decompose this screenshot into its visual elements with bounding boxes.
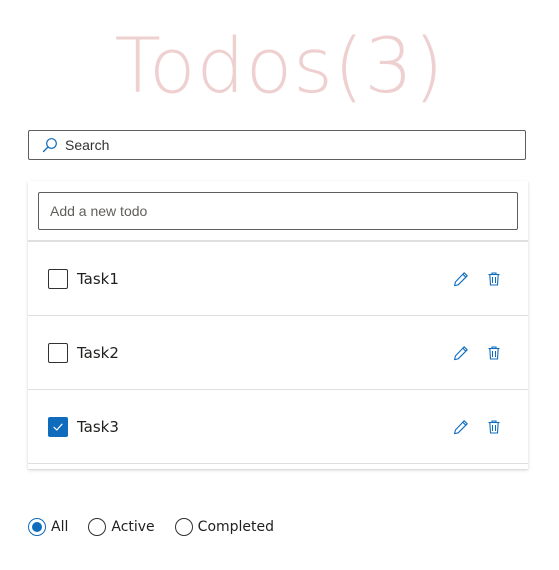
- filter-label: Active: [111, 519, 155, 535]
- filter-completed[interactable]: Completed: [174, 518, 275, 536]
- radio-completed[interactable]: [174, 518, 193, 536]
- todo-label: Task1: [77, 269, 119, 288]
- delete-icon[interactable]: [484, 417, 504, 437]
- checkmark-icon: [53, 423, 63, 431]
- page-title: Todos(3): [114, 21, 445, 110]
- todo-checkbox[interactable]: [48, 342, 68, 363]
- search-input[interactable]: [65, 137, 505, 153]
- todo-checkbox[interactable]: [48, 268, 68, 289]
- filter-label: Completed: [197, 519, 275, 535]
- todo-card: Task1: [28, 181, 528, 469]
- todo-item: Task1: [28, 242, 528, 316]
- todo-label: Task3: [77, 417, 119, 436]
- todo-item: Task3: [28, 390, 528, 464]
- todo-app: Todos(3) Task1: [0, 0, 559, 570]
- filter-all[interactable]: All: [28, 518, 68, 536]
- radio-all[interactable]: [28, 518, 46, 536]
- edit-icon[interactable]: [451, 269, 471, 289]
- todo-item: Task2: [28, 316, 528, 390]
- add-todo-area: [28, 181, 528, 242]
- edit-icon[interactable]: [451, 343, 471, 363]
- todo-label: Task2: [77, 343, 119, 362]
- add-todo-input[interactable]: [38, 192, 518, 230]
- delete-icon[interactable]: [484, 343, 504, 363]
- filter-label: All: [51, 519, 69, 535]
- todo-actions: [438, 390, 504, 463]
- search-icon: [40, 135, 60, 155]
- todo-actions: [438, 242, 504, 315]
- filter-active[interactable]: Active: [88, 518, 155, 536]
- todo-checkbox[interactable]: [48, 416, 68, 437]
- filter-group: All Active Completed: [28, 518, 294, 536]
- search-box[interactable]: [28, 130, 526, 160]
- todo-actions: [438, 316, 504, 389]
- delete-icon[interactable]: [484, 269, 504, 289]
- radio-active[interactable]: [88, 518, 107, 536]
- edit-icon[interactable]: [451, 417, 471, 437]
